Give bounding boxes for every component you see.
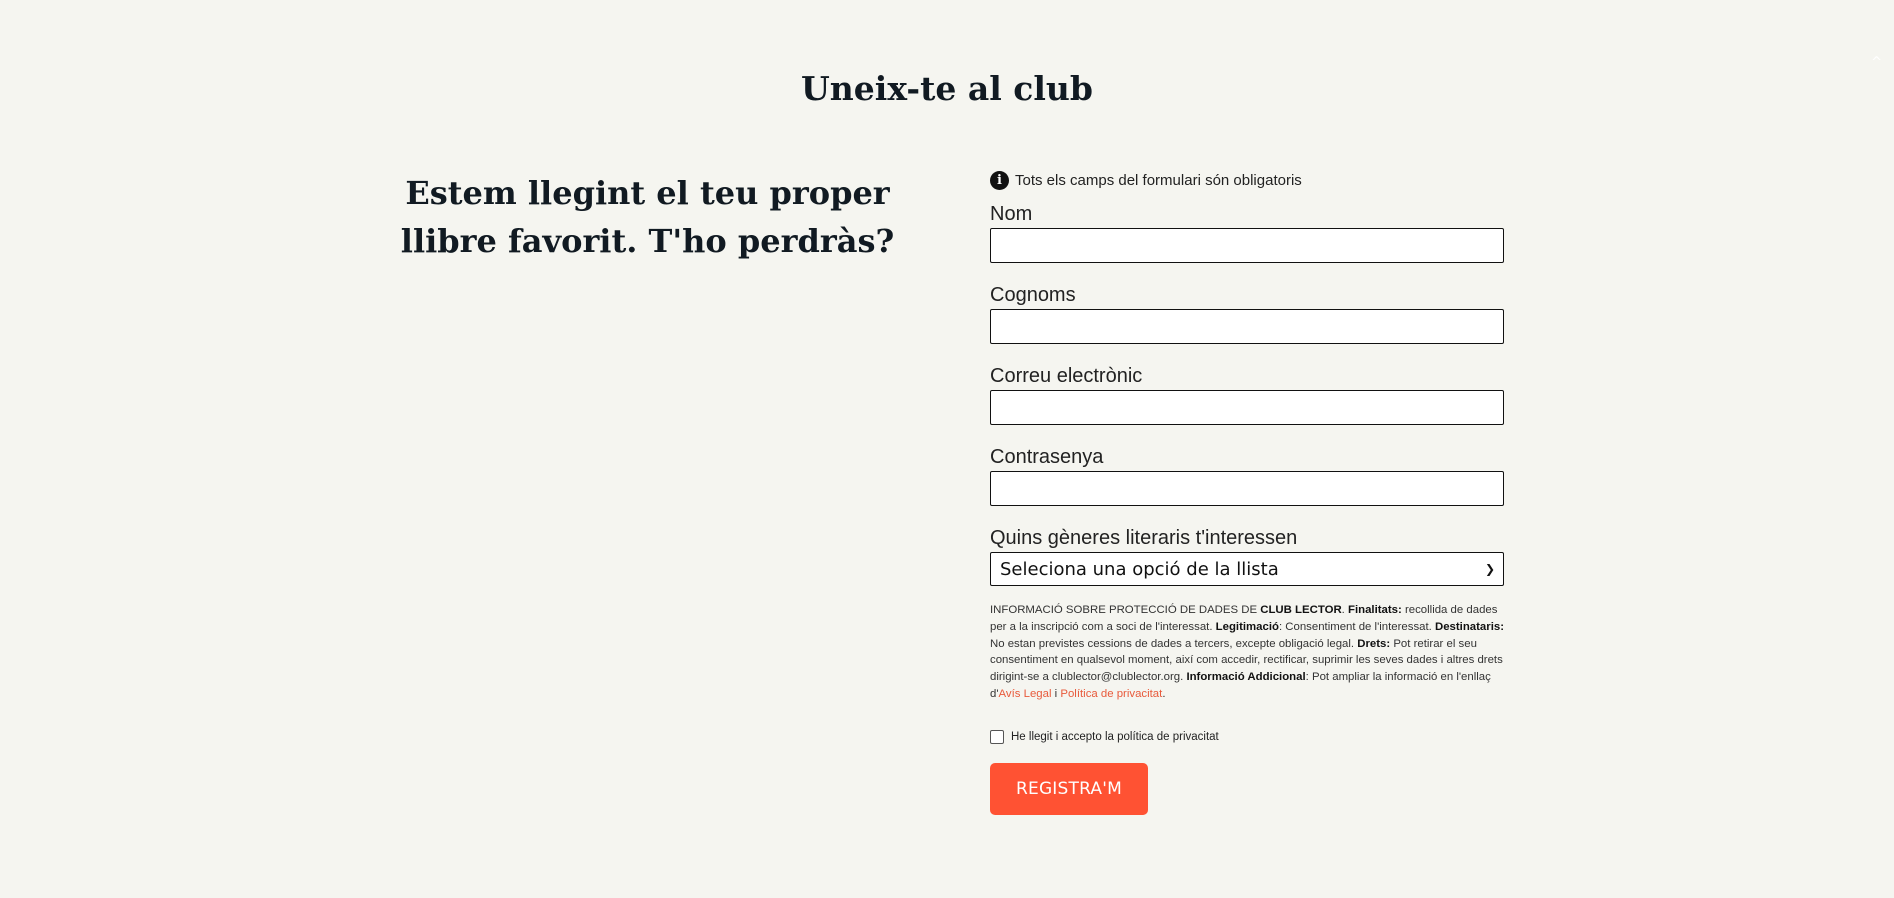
required-note: i Tots els camps del formulari són oblig… — [990, 166, 1504, 194]
chevron-down-icon: ❯ — [1484, 562, 1495, 576]
name-label: Nom — [990, 203, 1033, 225]
password-field-group: Contrasenya — [990, 445, 1504, 506]
accept-privacy-row: He llegit i accepto la política de priva… — [990, 729, 1504, 744]
signup-form: i Tots els camps del formulari són oblig… — [990, 166, 1504, 815]
privacy-bold: Finalitats: — [1348, 604, 1402, 616]
password-input[interactable] — [990, 471, 1504, 506]
data-protection-notice: INFORMACIÓ SOBRE PROTECCIÓ DE DADES DE C… — [990, 602, 1504, 703]
surname-field-group: Cognoms — [990, 283, 1504, 344]
privacy-bold: Legitimació — [1215, 620, 1279, 633]
genres-select[interactable]: Seleciona una opció de la llista ❯ — [990, 552, 1504, 586]
privacy-bold: CLUB LECTOR — [1260, 604, 1342, 616]
accept-privacy-label[interactable]: He llegit i accepto la política de priva… — [1011, 731, 1219, 743]
page-title: Uneix-te al club — [801, 69, 1093, 108]
privacy-text: . — [1162, 687, 1166, 700]
name-field-group: Nom — [990, 202, 1504, 263]
accept-privacy-checkbox[interactable] — [990, 729, 1004, 744]
chevron-up-icon[interactable]: ^ — [1871, 56, 1882, 70]
privacy-policy-link[interactable]: Política de privacitat — [1060, 688, 1162, 700]
password-label: Contrasenya — [990, 446, 1104, 468]
required-note-text: Tots els camps del formulari són obligat… — [1015, 171, 1302, 189]
surname-label: Cognoms — [990, 284, 1076, 306]
privacy-text: : Consentiment de l'interessat. — [1278, 620, 1435, 633]
genres-field-group: Quins gèneres literaris t'interessen Sel… — [990, 526, 1504, 586]
privacy-bold: Destinataris: — [1434, 620, 1504, 633]
info-circle-icon: i — [990, 170, 1009, 190]
genres-label: Quins gèneres literaris t'interessen — [990, 527, 1298, 549]
genres-selected-value: Seleciona una opció de la llista — [1000, 558, 1279, 580]
email-label: Correu electrònic — [990, 365, 1143, 387]
privacy-text: INFORMACIÓ SOBRE PROTECCIÓ DE DADES DE — [990, 604, 1261, 616]
privacy-bold: Drets: — [1357, 637, 1391, 650]
email-field-group: Correu electrònic — [990, 364, 1504, 425]
name-input[interactable] — [990, 228, 1504, 263]
tagline: Estem llegint el teu proper llibre favor… — [400, 174, 895, 260]
surname-input[interactable] — [990, 309, 1504, 344]
email-input[interactable] — [990, 390, 1504, 425]
legal-notice-link[interactable]: Avís Legal — [999, 688, 1052, 700]
privacy-text: No estan previstes cessions de dades a t… — [990, 637, 1358, 650]
privacy-bold: Informació Addicional — [1186, 671, 1306, 684]
register-button[interactable]: REGISTRA'M — [990, 762, 1148, 815]
